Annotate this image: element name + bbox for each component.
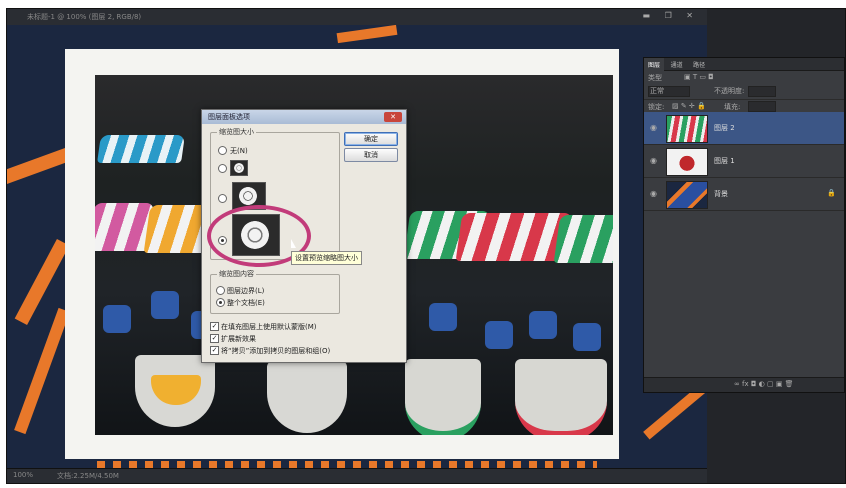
thumbnail-content-label: 缩览图内容 <box>217 269 256 279</box>
boat-seat <box>429 303 457 331</box>
layer-name[interactable]: 图层 1 <box>714 156 735 166</box>
boat <box>515 359 607 435</box>
checkbox-expand-effects[interactable]: ✓ <box>210 334 219 343</box>
background-stripe <box>14 307 70 435</box>
checkbox-add-copy-label: 将“拷贝”添加到拷贝的图层和组(O) <box>221 347 331 355</box>
lock-icons[interactable]: ▨ ✎ ✛ 🔒 <box>672 102 706 110</box>
blend-mode-label: 正常 <box>650 87 664 95</box>
opacity-field[interactable] <box>748 86 776 97</box>
content-radio-entire-document-label: 整个文档(E) <box>227 299 265 307</box>
layer-row-layer-2[interactable]: ◉ 图层 2 <box>644 112 844 145</box>
status-bar: 100% 文档:2.25M/4.50M <box>7 468 707 483</box>
content-radio-layer-bounds[interactable] <box>216 286 225 295</box>
boat-seat <box>485 321 513 349</box>
layers-panel: 图层 通道 路径 类型 ▣ T ▭ ◘ 正常 不透明度: 锁定: ▨ ✎ ✛ 🔒… <box>643 57 845 393</box>
fill-field[interactable] <box>748 101 776 112</box>
thumb-radio-medium[interactable] <box>218 194 227 203</box>
panel-tabs: 图层 通道 路径 <box>644 58 844 71</box>
content-radio-layer-bounds-label: 图层边界(L) <box>227 287 265 295</box>
checkbox-default-masks[interactable]: ✓ <box>210 322 219 331</box>
tooltip: 设置预览缩略图大小 <box>291 251 362 265</box>
photoshop-window: 未标题-1 @ 100% (图层 2, RGB/8) ▬ ❐ ✕ 图层面板选项 … <box>6 8 846 484</box>
layers-footer: ∞ fx ◘ ◐ ▢ ▣ 🗑 <box>644 377 844 392</box>
cancel-button[interactable]: 取消 <box>344 148 398 162</box>
layer-name[interactable]: 背景 <box>714 189 728 199</box>
title-bar: 未标题-1 @ 100% (图层 2, RGB/8) ▬ ❐ ✕ <box>7 9 707 26</box>
checkbox-expand-effects-label: 扩展新效果 <box>221 335 256 343</box>
boat-seat <box>151 291 179 319</box>
lock-icon: 🔒 <box>827 189 836 197</box>
boat-seat <box>573 323 601 351</box>
layer-row-layer-1[interactable]: ◉ 图层 1 <box>644 145 844 178</box>
layer-thumbnail-boats <box>666 115 708 143</box>
boat-seat <box>529 311 557 339</box>
canopy <box>97 135 185 163</box>
zoom-level[interactable]: 100% <box>13 471 33 479</box>
visibility-eye-icon[interactable]: ◉ <box>650 123 657 132</box>
fill-label: 填充: <box>724 103 741 111</box>
layer-thumbnail-abstract <box>666 181 708 209</box>
visibility-eye-icon[interactable]: ◉ <box>650 156 657 165</box>
boat <box>267 361 347 433</box>
lock-label: 锁定: <box>648 103 665 111</box>
dialog-title: 图层面板选项 <box>202 110 406 124</box>
content-radio-entire-document[interactable] <box>216 298 225 307</box>
filter-icons[interactable]: ▣ T ▭ ◘ <box>684 73 714 81</box>
kind-filter-label[interactable]: 类型 <box>648 73 662 83</box>
document-info[interactable]: 文档:2.25M/4.50M <box>57 471 119 481</box>
dialog-close-button[interactable]: ✕ <box>384 112 402 122</box>
thumb-radio-small[interactable] <box>218 164 227 173</box>
background-stripe <box>336 25 398 44</box>
flower-icon <box>239 187 257 205</box>
canvas-area[interactable]: 图层面板选项 ✕ 缩览图大小 无(N) 确定 取消 缩览图内容 图层边界(L) … <box>7 25 707 469</box>
layer-row-background[interactable]: ◉ 背景 🔒 <box>644 178 844 211</box>
boat-seat <box>103 305 131 333</box>
tab-paths[interactable]: 路径 <box>689 58 709 71</box>
window-controls[interactable]: ▬ ❐ ✕ <box>642 11 699 20</box>
thumb-radio-none-label: 无(N) <box>230 147 248 155</box>
checkbox-default-masks-label: 在填充图层上使用默认蒙版(M) <box>221 323 317 331</box>
tab-channels[interactable]: 通道 <box>667 58 687 71</box>
tab-layers[interactable]: 图层 <box>644 58 665 71</box>
layer-name[interactable]: 图层 2 <box>714 123 735 133</box>
thumb-radio-none[interactable] <box>218 146 227 155</box>
thumbnail-size-label: 缩览图大小 <box>217 127 256 137</box>
canopy <box>553 215 613 263</box>
layer-thumbnail-teapot <box>666 148 708 176</box>
checkbox-add-copy[interactable]: ✓ <box>210 346 219 355</box>
layer-footer-icons[interactable]: ∞ fx ◘ ◐ ▢ ▣ 🗑 <box>734 380 794 388</box>
boat <box>405 359 481 435</box>
ok-button[interactable]: 确定 <box>344 132 398 146</box>
visibility-eye-icon[interactable]: ◉ <box>650 189 657 198</box>
mouse-cursor-icon <box>291 239 296 248</box>
thumb-preview-small <box>230 160 248 176</box>
opacity-label: 不透明度: <box>714 87 745 95</box>
layers-toolbar: 类型 ▣ T ▭ ◘ 正常 不透明度: <box>644 71 844 100</box>
flower-icon <box>234 163 244 173</box>
window-title: 未标题-1 @ 100% (图层 2, RGB/8) <box>27 13 142 21</box>
